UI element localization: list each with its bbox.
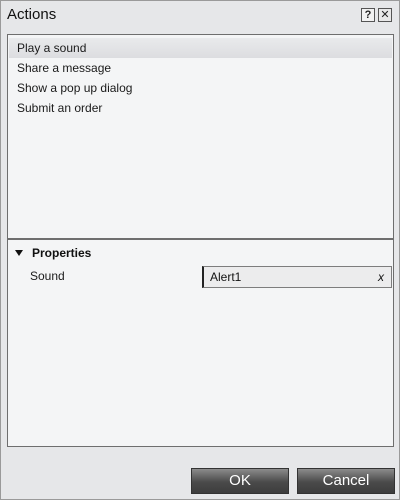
action-item-submit-order[interactable]: Submit an order bbox=[9, 98, 392, 118]
actions-dialog: Actions ? ✕ Play a sound Share a message… bbox=[0, 0, 400, 500]
action-item-show-popup[interactable]: Show a pop up dialog bbox=[9, 78, 392, 98]
action-item-share-message[interactable]: Share a message bbox=[9, 58, 392, 78]
actions-list: Play a sound Share a message Show a pop … bbox=[7, 34, 394, 239]
sound-field[interactable]: Alert1 x bbox=[202, 266, 392, 288]
dialog-title: Actions bbox=[7, 6, 57, 23]
title-bar: Actions ? ✕ bbox=[1, 1, 399, 29]
properties-title: Properties bbox=[32, 246, 92, 260]
action-item-play-sound[interactable]: Play a sound bbox=[9, 38, 392, 58]
ok-button[interactable]: OK bbox=[191, 468, 289, 494]
close-icon[interactable]: ✕ bbox=[378, 8, 392, 22]
help-icon[interactable]: ? bbox=[361, 8, 375, 22]
properties-header[interactable]: Properties bbox=[8, 242, 393, 264]
properties-panel: Properties Sound Alert1 x bbox=[7, 239, 394, 447]
sound-value: Alert1 bbox=[210, 270, 242, 284]
clear-icon[interactable]: x bbox=[378, 270, 384, 284]
cancel-button[interactable]: Cancel bbox=[297, 468, 395, 494]
sound-label: Sound bbox=[30, 269, 65, 283]
collapse-triangle-icon[interactable] bbox=[15, 250, 23, 256]
